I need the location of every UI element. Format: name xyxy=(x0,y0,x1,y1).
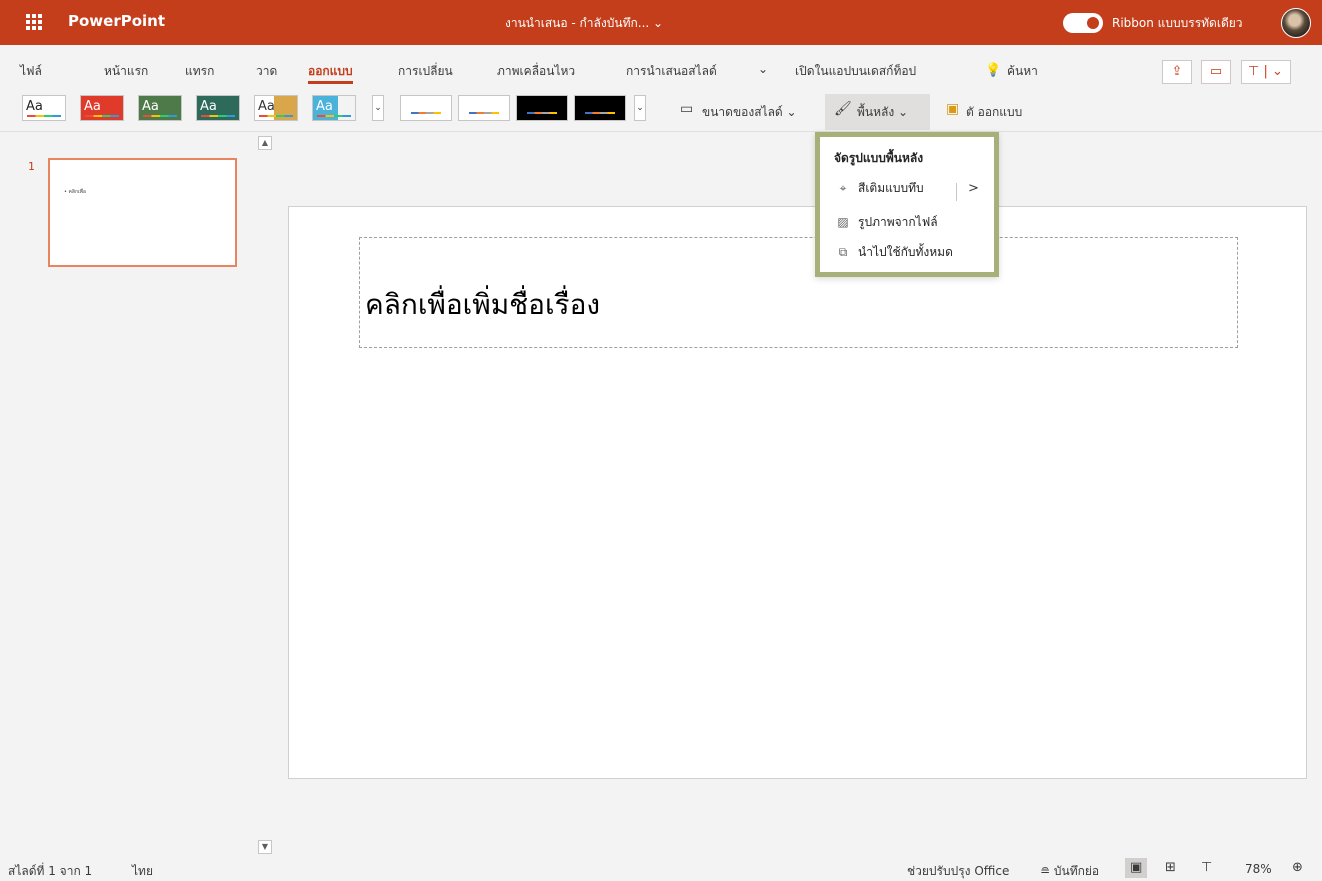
tab-animations[interactable]: ภาพเคลื่อนไหว xyxy=(497,62,575,81)
format-background-header: จัดรูปแบบพื้นหลัง xyxy=(834,151,924,165)
status-bar: สไลด์ที่ 1 จาก 1 ไทย ช่วยปรับปรุง Office… xyxy=(0,856,1322,881)
present-button[interactable]: ⊤ | ⌄ xyxy=(1241,60,1291,84)
apply-to-all-menu-item[interactable]: ⧉ นำไปใช้กับทั้งหมด xyxy=(834,243,953,262)
tab-home[interactable]: หน้าแรก xyxy=(104,62,148,81)
scroll-down-button[interactable]: ▼ xyxy=(258,840,272,854)
themes-more-chevron-icon[interactable]: ⌄ xyxy=(372,95,384,121)
submenu-chevron-right-icon[interactable]: > xyxy=(968,181,979,196)
background-icon: 🖌 xyxy=(834,101,852,117)
solid-fill-label: สีเติมแบบทึบ xyxy=(858,181,924,195)
share-button[interactable]: ⇪ xyxy=(1162,60,1192,84)
tab-file[interactable]: ไฟล์ xyxy=(20,62,42,81)
theme-red[interactable]: Aa xyxy=(80,95,124,121)
variant-4[interactable] xyxy=(574,95,626,121)
slide-sorter-icon[interactable]: ⊞ xyxy=(1165,860,1176,875)
theme-blue[interactable]: Aa xyxy=(312,95,356,121)
variant-3[interactable] xyxy=(516,95,568,121)
slide-size-icon: ▭ xyxy=(680,101,694,117)
fit-to-window-icon[interactable]: ⊕ xyxy=(1292,860,1303,875)
theme-green[interactable]: Aa xyxy=(138,95,182,121)
normal-view-icon[interactable]: ▣ xyxy=(1130,860,1142,875)
background-button[interactable]: พื้นหลัง ⌄ xyxy=(857,103,908,122)
apply-to-all-label: นำไปใช้กับทั้งหมด xyxy=(858,245,953,259)
title-bar: PowerPoint งานนำเสนอ - กำลังบันทึก... ⌄ … xyxy=(0,0,1322,45)
title-placeholder-text[interactable]: คลิกเพื่อเพิ่มชื่อเรื่อง xyxy=(365,283,600,327)
theme-teal[interactable]: Aa xyxy=(196,95,240,121)
design-ribbon: Aa Aa Aa Aa Aa Aa ⌄ ⌄ ▭ ขนาดของสไลด์ ⌄ xyxy=(0,91,1322,132)
simplified-ribbon-toggle[interactable] xyxy=(1063,13,1103,33)
tab-slideshow[interactable]: การนำเสนอสไลด์ xyxy=(626,62,717,81)
tab-transitions[interactable]: การเปลี่ยน xyxy=(398,62,453,81)
paint-bucket-icon: ⌖ xyxy=(839,181,847,195)
language-indicator[interactable]: ไทย xyxy=(132,862,153,881)
slide-number: 1 xyxy=(28,160,35,173)
ribbon-tabs: ไฟล์ หน้าแรก แทรก วาด ออกแบบ การเปลี่ยน … xyxy=(0,45,1322,91)
thumbnail-text: • คลิกเพื่อ xyxy=(64,189,86,195)
submenu-separator xyxy=(956,183,957,201)
theme-office[interactable]: Aa xyxy=(22,95,66,121)
designer-icon: ▣ xyxy=(946,101,960,117)
variant-1[interactable] xyxy=(400,95,452,121)
theme-gold[interactable]: Aa xyxy=(254,95,298,121)
notes-button[interactable]: ≘ บันทึกย่อ xyxy=(1040,862,1099,881)
picture-icon: ▨ xyxy=(837,215,849,229)
variants-more-chevron-icon[interactable]: ⌄ xyxy=(634,95,646,121)
picture-from-file-menu-item[interactable]: ▨ รูปภาพจากไฟล์ xyxy=(834,213,938,232)
ribbon-toggle-label: Ribbon แบบบรรทัดเดียว xyxy=(1112,16,1243,30)
feedback-link[interactable]: ช่วยปรับปรุง Office xyxy=(907,862,1009,881)
tab-draw[interactable]: วาด xyxy=(256,62,277,81)
scroll-up-button[interactable]: ▲ xyxy=(258,136,272,150)
slide-size-button[interactable]: ขนาดของสไลด์ ⌄ xyxy=(702,103,797,122)
apply-all-icon: ⧉ xyxy=(838,245,848,259)
zoom-level[interactable]: 78% xyxy=(1245,862,1272,876)
document-title[interactable]: งานนำเสนอ - กำลังบันทึก... ⌄ xyxy=(505,14,663,33)
picture-from-file-label: รูปภาพจากไฟล์ xyxy=(858,215,938,229)
variant-2[interactable] xyxy=(458,95,510,121)
tab-insert[interactable]: แทรก xyxy=(185,62,214,81)
lightbulb-icon: 💡 xyxy=(985,63,1002,78)
slide-count: สไลด์ที่ 1 จาก 1 xyxy=(8,864,93,878)
designer-button[interactable]: ตั ออกแบบ xyxy=(966,103,1022,122)
background-dropdown-menu: จัดรูปแบบพื้นหลัง ⌖ สีเติมแบบทึบ > ▨ รูปภา… xyxy=(815,132,999,277)
app-launcher-icon[interactable] xyxy=(26,14,42,30)
slide-thumbnail[interactable]: • คลิกเพื่อ xyxy=(48,158,237,267)
tab-design[interactable]: ออกแบบ xyxy=(308,62,353,84)
app-name[interactable]: PowerPoint xyxy=(68,12,165,30)
search-tab[interactable]: ค้นหา xyxy=(1007,62,1038,81)
reading-view-icon[interactable]: ⊤ xyxy=(1201,860,1212,875)
comments-button[interactable]: ▭ xyxy=(1201,60,1231,84)
more-tabs-chevron-icon[interactable]: ⌄ xyxy=(758,62,768,76)
tab-open-in-desktop[interactable]: เปิดในแอปบนเดสก์ท็อป xyxy=(795,62,916,81)
avatar[interactable] xyxy=(1281,8,1311,38)
solid-fill-menu-item[interactable]: ⌖ สีเติมแบบทึบ xyxy=(834,179,924,198)
